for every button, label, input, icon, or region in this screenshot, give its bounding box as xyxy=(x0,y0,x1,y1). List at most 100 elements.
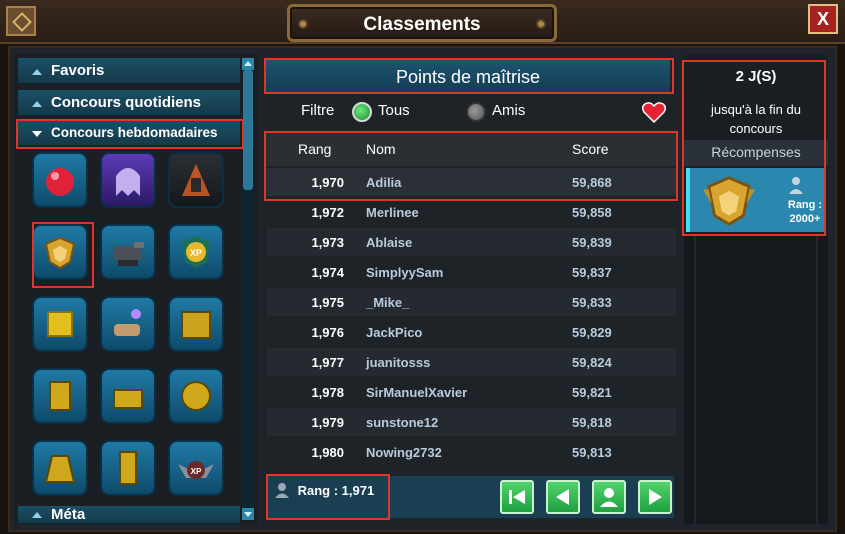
window-title: Classements xyxy=(363,14,481,35)
table-header: Rang Nom Score xyxy=(266,132,676,166)
leaderboard-panel: Points de maîtrise Filtre Tous Amis Rang… xyxy=(262,54,678,524)
table-row[interactable]: 1,978 SirManuelXavier 59,821 xyxy=(266,378,676,406)
row-name: SimplyySam xyxy=(366,265,444,280)
sidebar-scrollbar[interactable] xyxy=(242,58,254,520)
gold-creature-icon[interactable] xyxy=(32,440,88,496)
my-rank: Rang : 1,971 xyxy=(274,482,374,498)
skip-back-icon xyxy=(509,490,525,504)
gold-robot-icon[interactable] xyxy=(32,368,88,424)
category-daily-contests[interactable]: Concours quotidiens xyxy=(18,90,240,116)
row-rank: 1,979 xyxy=(311,415,344,430)
row-name: juanitosss xyxy=(366,355,431,370)
divider xyxy=(694,236,696,524)
chevron-down-icon xyxy=(32,131,42,137)
col-name[interactable]: Nom xyxy=(366,141,396,157)
gold-tank-icon[interactable] xyxy=(100,368,156,424)
previous-page-button[interactable] xyxy=(546,480,580,514)
category-weekly-contests[interactable]: Concours hebdomadaires xyxy=(18,120,240,146)
until-line-2: concours xyxy=(729,121,783,136)
table-row[interactable]: 1,970 Adilia 59,868 xyxy=(266,168,676,196)
row-name: Ablaise xyxy=(366,235,413,250)
category-label: Méta xyxy=(51,506,86,523)
table-row[interactable]: 1,972 Merlinee 59,858 xyxy=(266,198,676,226)
robot-tank-icon[interactable] xyxy=(100,224,156,280)
row-score: 59,839 xyxy=(572,235,612,250)
table-row[interactable]: 1,973 Ablaise 59,839 xyxy=(266,228,676,256)
filter-label: Filtre xyxy=(301,102,335,119)
col-score[interactable]: Score xyxy=(572,141,609,157)
table-row[interactable]: 1,974 SimplyySam 59,837 xyxy=(266,258,676,286)
table-row[interactable]: 1,980 Nowing2732 59,813 xyxy=(266,438,676,466)
table-row[interactable]: 1,979 sunstone12 59,818 xyxy=(266,408,676,436)
until-line-1: jusqu'à la fin du xyxy=(711,102,801,117)
magic-hand-icon[interactable] xyxy=(100,296,156,352)
gold-mech-icon[interactable] xyxy=(168,368,224,424)
rewards-list-empty xyxy=(684,236,828,524)
heart-icon[interactable] xyxy=(642,101,666,123)
row-score: 59,821 xyxy=(572,385,612,400)
col-rank[interactable]: Rang xyxy=(298,141,358,157)
row-rank: 1,973 xyxy=(311,235,344,250)
shield-badge-icon[interactable] xyxy=(32,224,88,280)
table-row[interactable]: 1,977 juanitosss 59,824 xyxy=(266,348,676,376)
next-page-button[interactable] xyxy=(638,480,672,514)
row-score: 59,824 xyxy=(572,355,612,370)
scroll-thumb[interactable] xyxy=(243,70,253,190)
boss-icon[interactable] xyxy=(168,152,224,208)
menu-corner-icon[interactable] xyxy=(6,6,36,36)
gold-machine-icon[interactable] xyxy=(168,296,224,352)
user-icon xyxy=(789,177,803,194)
svg-text:XP: XP xyxy=(190,248,202,258)
user-icon xyxy=(275,483,289,498)
gold-tower-icon[interactable] xyxy=(100,440,156,496)
row-name: Adilia xyxy=(366,175,402,190)
filter-all-radio[interactable] xyxy=(352,102,372,122)
reward-tier-value: 2000+ xyxy=(789,213,821,225)
row-name: Merlinee xyxy=(366,205,419,220)
pagination-bar: Rang : 1,971 xyxy=(266,476,674,518)
scroll-down-icon[interactable] xyxy=(242,508,254,520)
ghost-icon[interactable] xyxy=(100,152,156,208)
my-position-button[interactable] xyxy=(592,480,626,514)
xp-shield-icon[interactable]: XP xyxy=(168,224,224,280)
row-score: 59,829 xyxy=(572,325,612,340)
row-score: 59,868 xyxy=(572,175,612,190)
my-rank-text: Rang : 1,971 xyxy=(297,483,375,498)
leaderboard-title: Points de maîtrise xyxy=(266,60,670,94)
leaderboard-table: Rang Nom Score 1,970 Adilia 59,868 1,972… xyxy=(266,132,676,472)
first-page-button[interactable] xyxy=(500,480,534,514)
category-label: Favoris xyxy=(51,62,105,79)
table-row[interactable]: 1,975 _Mike_ 59,833 xyxy=(266,288,676,316)
scroll-up-icon[interactable] xyxy=(242,58,254,70)
category-label: Concours hebdomadaires xyxy=(51,125,218,140)
row-score: 59,837 xyxy=(572,265,612,280)
row-score: 59,833 xyxy=(572,295,612,310)
reward-tier: Rang : 2000+ xyxy=(780,198,830,226)
shield-badge-icon xyxy=(702,176,756,226)
filter-friends-label[interactable]: Amis xyxy=(492,102,525,119)
row-rank: 1,976 xyxy=(311,325,344,340)
reward-tier-label: Rang : xyxy=(787,199,823,211)
row-rank: 1,974 xyxy=(311,265,344,280)
close-button[interactable]: X xyxy=(808,4,838,34)
row-name: _Mike_ xyxy=(366,295,410,310)
red-gem-icon[interactable] xyxy=(32,152,88,208)
title-bar: Classements X xyxy=(0,0,845,44)
filter-all-label[interactable]: Tous xyxy=(378,102,410,119)
row-score: 59,813 xyxy=(572,445,612,460)
category-meta[interactable]: Méta xyxy=(18,506,240,524)
xp-wings-icon[interactable]: XP xyxy=(168,440,224,496)
title-plate: Classements xyxy=(287,4,557,42)
divider xyxy=(816,236,818,524)
table-row[interactable]: 1,976 JackPico 59,829 xyxy=(266,318,676,346)
category-label: Concours quotidiens xyxy=(51,94,201,111)
gold-cube-icon[interactable] xyxy=(32,296,88,352)
row-rank: 1,975 xyxy=(311,295,344,310)
filter-friends-radio[interactable] xyxy=(466,102,486,122)
chevron-up-icon xyxy=(32,69,42,75)
row-rank: 1,980 xyxy=(311,445,344,460)
row-rank: 1,978 xyxy=(311,385,344,400)
arrow-right-icon xyxy=(649,489,662,505)
category-favoris[interactable]: Favoris xyxy=(18,58,240,84)
reward-item[interactable]: Rang : 2000+ xyxy=(686,168,826,232)
